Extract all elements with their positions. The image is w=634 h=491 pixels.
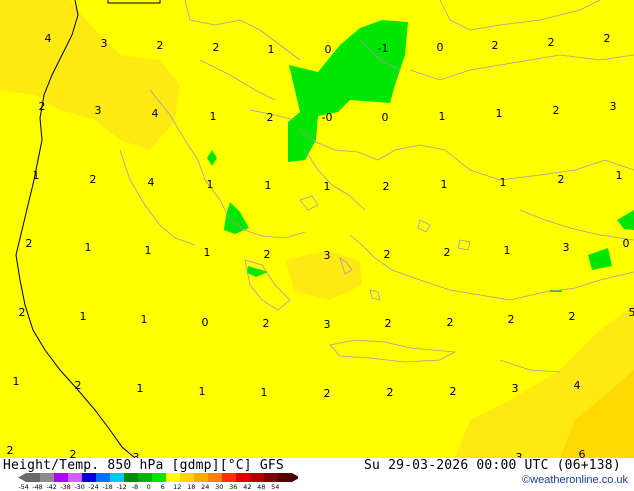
scale-swatch bbox=[264, 473, 278, 482]
scale-swatch bbox=[222, 473, 236, 482]
temperature-value-label: 1 bbox=[261, 386, 268, 399]
temperature-value-label: 3 bbox=[563, 241, 570, 254]
scale-swatch bbox=[54, 473, 68, 482]
temperature-value-label: 2 bbox=[604, 32, 611, 45]
temperature-value-label: 2 bbox=[157, 39, 164, 52]
credit-link[interactable]: ©weatheronline.co.uk bbox=[522, 474, 628, 486]
temperature-value-label: 2 bbox=[385, 317, 392, 330]
scale-swatch bbox=[138, 473, 152, 482]
scale-swatch bbox=[152, 473, 166, 482]
temperature-value-label: 2 bbox=[90, 173, 97, 186]
temperature-value-label: 2 bbox=[39, 100, 46, 113]
temperature-value-label: 2 bbox=[569, 310, 576, 323]
scale-swatch bbox=[26, 473, 40, 482]
temperature-value-label: 3 bbox=[133, 451, 140, 458]
temperature-value-label: 2 bbox=[267, 111, 274, 124]
temperature-value-label: 0 bbox=[382, 111, 389, 124]
temperature-value-label: 2 bbox=[264, 248, 271, 261]
temperature-value-label: 2 bbox=[447, 316, 454, 329]
map-title: Height/Temp. 850 hPa [gdmp][°C] GFS bbox=[3, 458, 284, 473]
scale-arrow-high bbox=[292, 473, 298, 482]
temperature-value-label: 1 bbox=[504, 244, 511, 257]
temperature-value-label: 2 bbox=[387, 386, 394, 399]
map-canvas: 4 3 2 2 1 0 -1 0 2 2 2 2 3 4 1 2 -0 0 1 1 2 3 1 2 4 1 1 1 2 1 1 2 1 2 1 1 1 2… bbox=[0, 0, 634, 458]
temperature-value-label: 0 bbox=[437, 41, 444, 54]
scale-swatch bbox=[278, 473, 292, 482]
temperature-value-label: 4 bbox=[148, 176, 155, 189]
scale-swatch bbox=[96, 473, 110, 482]
temperature-value-label: 1 bbox=[13, 375, 20, 388]
temperature-value-label: 1 bbox=[268, 43, 275, 56]
temperature-value-label: 5 bbox=[629, 306, 634, 319]
temperature-value-label: 2 bbox=[19, 306, 26, 319]
temperature-value-label: 1 bbox=[616, 169, 623, 182]
temperature-value-label: 2 bbox=[26, 237, 33, 250]
temperature-value-label: 2 bbox=[213, 41, 220, 54]
scale-arrow-low bbox=[18, 473, 26, 482]
temperature-value-label: 2 bbox=[450, 385, 457, 398]
scale-swatch bbox=[40, 473, 54, 482]
temperature-value-label: 1 bbox=[500, 176, 507, 189]
map-footer: Height/Temp. 850 hPa [gdmp][°C] GFS Su 2… bbox=[0, 458, 634, 490]
temperature-value-label: 3 bbox=[324, 318, 331, 331]
temperature-value-label: 1 bbox=[496, 107, 503, 120]
temperature-value-label: 1 bbox=[137, 382, 144, 395]
temperature-value-label: 2 bbox=[383, 180, 390, 193]
temperature-value-label: 3 bbox=[516, 451, 523, 458]
scale-swatch bbox=[124, 473, 138, 482]
temperature-value-label: 3 bbox=[101, 37, 108, 50]
temperature-value-label: 4 bbox=[152, 107, 159, 120]
scale-swatch bbox=[180, 473, 194, 482]
temperature-value-label: 2 bbox=[508, 313, 515, 326]
temperature-value-label: 0 bbox=[623, 237, 630, 250]
temperature-value-label: 2 bbox=[75, 379, 82, 392]
scale-swatch bbox=[250, 473, 264, 482]
temperature-value-label: 1 bbox=[85, 241, 92, 254]
temperature-value-label: 2 bbox=[7, 444, 14, 457]
temperature-value-label: 2 bbox=[324, 387, 331, 400]
forecast-datetime: Su 29-03-2026 00:00 UTC (06+138) bbox=[364, 458, 621, 473]
temperature-value-label: 3 bbox=[610, 100, 617, 113]
scale-swatch bbox=[68, 473, 82, 482]
scale-swatch bbox=[82, 473, 96, 482]
temperature-value-label: -0 bbox=[322, 111, 333, 124]
temperature-value-label: 3 bbox=[512, 382, 519, 395]
temperature-value-label: 1 bbox=[199, 385, 206, 398]
temperature-value-label: 6 bbox=[579, 448, 586, 458]
weather-map: 4 3 2 2 1 0 -1 0 2 2 2 2 3 4 1 2 -0 0 1 1 2 3 1 2 4 1 1 1 2 1 1 2 1 2 1 1 1 2… bbox=[0, 0, 634, 458]
temperature-value-label: 4 bbox=[574, 379, 581, 392]
temperature-value-label: 2 bbox=[553, 104, 560, 117]
temperature-value-label: 2 bbox=[444, 246, 451, 259]
scale-swatch bbox=[194, 473, 208, 482]
temperature-value-label: 1 bbox=[441, 178, 448, 191]
temperature-value-label: 2 bbox=[492, 39, 499, 52]
temperature-value-label: 1 bbox=[324, 180, 331, 193]
temperature-value-label: 0 bbox=[202, 316, 209, 329]
temperature-value-label: 3 bbox=[324, 249, 331, 262]
temperature-value-label: 1 bbox=[141, 313, 148, 326]
scale-swatch bbox=[110, 473, 124, 482]
temperature-value-label: 3 bbox=[95, 104, 102, 117]
temperature-value-label: 0 bbox=[325, 43, 332, 56]
temperature-value-label: 2 bbox=[263, 317, 270, 330]
temperature-value-label: 4 bbox=[45, 32, 52, 45]
scale-swatch bbox=[208, 473, 222, 482]
temperature-value-label: 2 bbox=[548, 36, 555, 49]
temperature-value-label: 1 bbox=[204, 246, 211, 259]
temperature-value-label: -1 bbox=[378, 42, 389, 55]
temperature-value-label: 1 bbox=[210, 110, 217, 123]
temperature-value-label: 1 bbox=[439, 110, 446, 123]
scale-swatch bbox=[166, 473, 180, 482]
temperature-value-label: 1 bbox=[80, 310, 87, 323]
scale-swatch bbox=[236, 473, 250, 482]
temperature-value-label: 2 bbox=[384, 248, 391, 261]
temperature-value-label: 1 bbox=[265, 179, 272, 192]
temperature-value-label: 1 bbox=[207, 178, 214, 191]
temperature-value-label: 1 bbox=[33, 169, 40, 182]
temperature-value-label: 2 bbox=[70, 448, 77, 458]
temperature-value-label: 1 bbox=[145, 244, 152, 257]
temperature-value-label: 2 bbox=[558, 173, 565, 186]
